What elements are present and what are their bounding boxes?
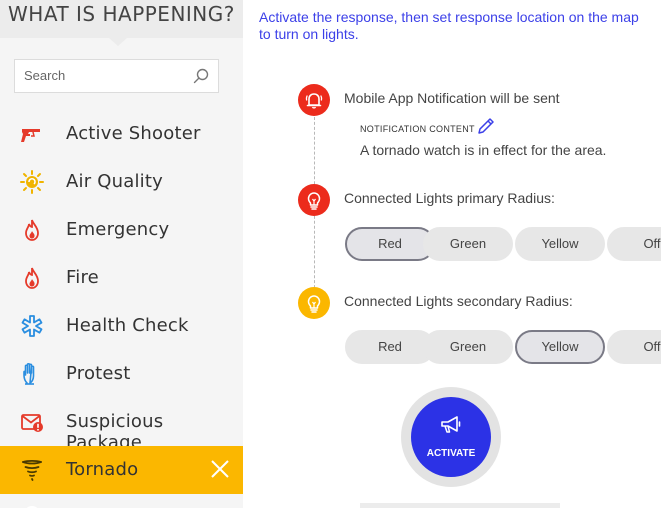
primary-red-button[interactable]: Red — [345, 227, 435, 261]
secondary-radius-label: Connected Lights secondary Radius: — [344, 293, 573, 309]
mail-alert-icon — [21, 414, 43, 432]
medical-star-icon — [21, 315, 43, 337]
incident-type-list: Active Shooter Air Quality Emergency Fir… — [0, 110, 243, 494]
pencil-edit-icon[interactable] — [476, 116, 496, 136]
instructions-text: Activate the response, then set response… — [259, 9, 639, 42]
header-notch — [109, 38, 127, 46]
secondary-red-button[interactable]: Red — [345, 330, 435, 364]
lightbulb-icon — [307, 295, 321, 313]
secondary-yellow-button[interactable]: Yellow — [515, 330, 605, 364]
sidebar-header: WHAT IS HAPPENING? — [0, 0, 243, 38]
sidebar-item-health-check[interactable]: Health Check — [0, 302, 243, 350]
sidebar-item-label: Fire — [66, 267, 99, 288]
sidebar-item-suspicious-package[interactable]: Suspicious Package — [0, 398, 243, 453]
sidebar-item-label: Tornado — [66, 459, 139, 480]
sidebar-title: WHAT IS HAPPENING? — [8, 2, 235, 26]
search-icon[interactable] — [193, 68, 209, 84]
sidebar-item-label: Protest — [66, 363, 131, 384]
notification-content-heading: NOTIFICATION CONTENT — [360, 124, 475, 134]
search-input[interactable] — [24, 68, 184, 83]
secondary-radius-options: Red Green Yellow Off — [345, 330, 661, 364]
sidebar-item-air-quality[interactable]: Air Quality — [0, 158, 243, 206]
step-secondary-badge — [298, 287, 330, 319]
sidebar-item-tornado[interactable]: Tornado — [0, 446, 243, 494]
flame-icon — [25, 219, 39, 241]
secondary-off-button[interactable]: Off — [607, 330, 661, 364]
activate-button[interactable]: ACTIVATE — [411, 397, 491, 477]
sun-icon — [20, 170, 44, 194]
sidebar-item-label: Health Check — [66, 315, 189, 336]
primary-radius-options: Red Green Yellow Off — [345, 227, 661, 261]
megaphone-icon — [441, 416, 461, 433]
next-item-icon — [26, 506, 38, 508]
primary-off-button[interactable]: Off — [607, 227, 661, 261]
bell-alert-icon — [305, 93, 323, 109]
step-notification-badge — [298, 84, 330, 116]
primary-green-button[interactable]: Green — [423, 227, 513, 261]
sidebar-item-active-shooter[interactable]: Active Shooter — [0, 110, 243, 158]
notification-step-label: Mobile App Notification will be sent — [344, 90, 560, 106]
tornado-icon — [22, 459, 42, 481]
step-primary-badge — [298, 184, 330, 216]
sidebar-item-protest[interactable]: Protest — [0, 350, 243, 398]
flame-icon — [25, 267, 39, 289]
sidebar-item-label: Air Quality — [66, 171, 163, 192]
bottom-panel-edge — [360, 503, 560, 508]
sidebar: WHAT IS HAPPENING? Active Shooter — [0, 0, 243, 508]
primary-yellow-button[interactable]: Yellow — [515, 227, 605, 261]
sidebar-item-label: Emergency — [66, 219, 170, 240]
activate-label: ACTIVATE — [426, 448, 476, 459]
sidebar-item-label: Active Shooter — [66, 123, 201, 144]
secondary-green-button[interactable]: Green — [423, 330, 513, 364]
close-icon[interactable] — [209, 458, 231, 480]
sidebar-item-emergency[interactable]: Emergency — [0, 206, 243, 254]
primary-radius-label: Connected Lights primary Radius: — [344, 190, 555, 206]
search-box[interactable] — [14, 59, 219, 93]
lightbulb-icon — [307, 192, 321, 210]
gun-icon — [21, 129, 40, 142]
raised-hand-icon — [23, 362, 35, 385]
sidebar-item-fire[interactable]: Fire — [0, 254, 243, 302]
notification-content-text: A tornado watch is in effect for the are… — [360, 142, 607, 158]
